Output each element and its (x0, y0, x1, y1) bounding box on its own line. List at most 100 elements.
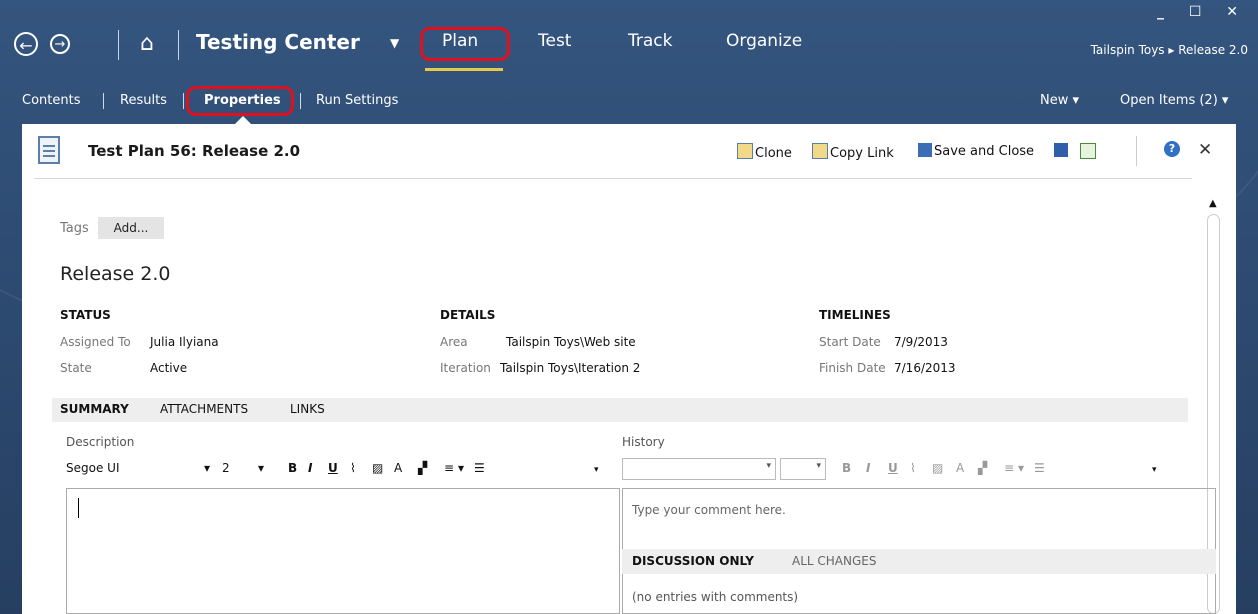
history-strikethrough-icon: ⌇ (910, 461, 916, 475)
align-dropdown-icon[interactable]: ▾ (458, 461, 464, 475)
history-font-color-icon: A (956, 461, 965, 475)
top-nav-bar: ← → ⌂ Testing Center ▼ Plan Test Track O… (0, 14, 1258, 74)
add-tag-button[interactable]: Add... (98, 217, 164, 239)
clone-label: Clone (755, 146, 792, 161)
tab-all-changes[interactable]: ALL CHANGES (792, 554, 876, 568)
copy-link-button[interactable]: Copy Link (812, 143, 894, 161)
history-list-icon: ☰ (1034, 461, 1045, 475)
app-title: Testing Center (196, 30, 360, 54)
subnav-divider (183, 93, 184, 109)
history-label: History (622, 435, 665, 449)
test-plan-panel: Test Plan 56: Release 2.0 Clone Copy Lin… (22, 124, 1236, 614)
plan-tab-highlight (420, 27, 510, 61)
active-subnav-pointer (235, 116, 251, 124)
new-menu-button[interactable]: New ▾ (1040, 93, 1079, 108)
assigned-to-label: Assigned To (60, 335, 131, 349)
save-close-label: Save and Close (934, 144, 1035, 159)
tab-summary[interactable]: SUMMARY (60, 402, 129, 416)
area-value[interactable]: Tailspin Toys\Web site (506, 335, 636, 349)
refresh-button[interactable] (1080, 143, 1098, 161)
subnav-results[interactable]: Results (120, 93, 167, 108)
underline-button[interactable]: U (328, 461, 338, 475)
history-toolbar-overflow-icon[interactable]: ▾ (1152, 465, 1157, 475)
history-highlight-icon: ▞ (978, 461, 988, 475)
description-editor[interactable] (66, 488, 620, 614)
tab-attachments[interactable]: ATTACHMENTS (160, 402, 248, 416)
scroll-up-icon[interactable]: ▲ (1209, 198, 1217, 209)
save-icon (1054, 143, 1068, 157)
timelines-header: TIMELINES (819, 308, 891, 322)
header-divider (34, 178, 1192, 179)
status-header: STATUS (60, 308, 111, 322)
state-label: State (60, 361, 92, 375)
home-icon[interactable]: ⌂ (134, 31, 160, 57)
toolbar-overflow-icon[interactable]: ▾ (594, 465, 599, 475)
iteration-label: Iteration (440, 361, 491, 375)
font-color-icon[interactable]: A (394, 461, 402, 475)
tab-links[interactable]: LINKS (290, 402, 325, 416)
section-tabs: SUMMARY ATTACHMENTS LINKS (52, 398, 1188, 422)
forward-arrow-icon[interactable]: → (50, 34, 70, 54)
subnav-divider (103, 93, 104, 109)
comment-input[interactable]: Type your comment here. (632, 503, 786, 517)
no-entries-message: (no entries with comments) (632, 590, 799, 604)
align-icon[interactable]: ≡ (444, 461, 454, 475)
nav-divider (178, 30, 179, 60)
start-date-value[interactable]: 7/9/2013 (894, 335, 948, 349)
italic-button[interactable]: I (308, 461, 312, 475)
details-header: DETAILS (440, 308, 496, 322)
save-button[interactable] (1054, 143, 1070, 159)
properties-highlight (186, 86, 294, 116)
active-tab-underline (425, 68, 503, 71)
tab-discussion-only[interactable]: DISCUSSION ONLY (632, 554, 754, 568)
bold-button[interactable]: B (288, 461, 297, 475)
history-filter-tabs: DISCUSSION ONLY ALL CHANGES (622, 549, 1216, 574)
tags-label: Tags (60, 221, 89, 236)
history-bold-button: B (842, 461, 852, 475)
description-label: Description (66, 435, 135, 449)
subnav-run-settings[interactable]: Run Settings (316, 93, 398, 108)
subnav-divider (300, 93, 301, 109)
plan-name[interactable]: Release 2.0 (60, 263, 171, 285)
history-font-selector[interactable]: ▾ (622, 458, 776, 480)
copy-link-icon (812, 143, 828, 159)
tab-organize[interactable]: Organize (726, 31, 802, 51)
finish-date-label: Finish Date (819, 361, 886, 375)
refresh-icon (1080, 143, 1096, 159)
size-selector[interactable]: 2 (222, 461, 230, 475)
copy-link-label: Copy Link (830, 146, 894, 161)
document-icon (38, 136, 60, 164)
history-image-icon: ▨ (932, 461, 944, 475)
font-dropdown-icon[interactable]: ▾ (204, 461, 210, 475)
page-title: Test Plan 56: Release 2.0 (88, 142, 301, 160)
save-and-close-button[interactable]: Save and Close (918, 143, 1034, 159)
list-icon[interactable]: ☰ (474, 461, 485, 475)
finish-date-value[interactable]: 7/16/2013 (894, 361, 956, 375)
open-items-button[interactable]: Open Items (2) ▾ (1120, 93, 1228, 108)
history-italic-button: I (866, 461, 871, 475)
iteration-value[interactable]: Tailspin Toys\Iteration 2 (500, 361, 640, 375)
save-close-icon (918, 143, 932, 157)
state-value[interactable]: Active (150, 361, 187, 375)
subnav-contents[interactable]: Contents (22, 93, 80, 108)
app-menu-caret-icon[interactable]: ▼ (390, 36, 399, 50)
tab-track[interactable]: Track (628, 31, 672, 51)
clone-button[interactable]: Clone (737, 143, 792, 161)
size-dropdown-icon[interactable]: ▾ (258, 461, 264, 475)
history-size-selector[interactable]: ▾ (780, 458, 826, 480)
history-align-icon: ≡ (1004, 461, 1015, 475)
help-icon[interactable]: ? (1164, 141, 1180, 157)
tab-test[interactable]: Test (538, 31, 571, 51)
breadcrumb[interactable]: Tailspin Toys ▸ Release 2.0 (1091, 43, 1248, 57)
font-selector[interactable]: Segoe UI (66, 461, 119, 475)
history-underline-button: U (888, 461, 898, 475)
close-icon[interactable]: ✕ (1198, 140, 1212, 160)
highlight-icon[interactable]: ▞ (418, 461, 427, 475)
nav-divider (118, 30, 119, 60)
strikethrough-icon[interactable]: ⌇ (350, 461, 356, 475)
image-icon[interactable]: ▨ (372, 461, 383, 475)
back-arrow-icon[interactable]: ← (14, 32, 38, 56)
start-date-label: Start Date (819, 335, 881, 349)
clone-icon (737, 143, 753, 159)
assigned-to-value[interactable]: Julia Ilyiana (150, 335, 219, 349)
